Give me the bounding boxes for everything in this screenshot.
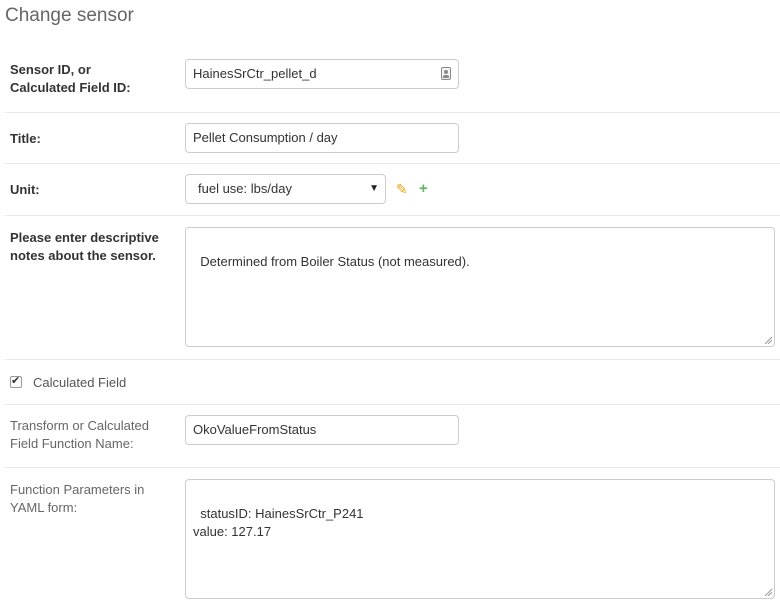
sensor-id-input[interactable]: HainesSrCtr_pellet_d <box>185 59 459 89</box>
divider <box>5 404 780 405</box>
function-name-label: Transform or Calculated Field Function N… <box>10 418 149 451</box>
pencil-icon[interactable]: ✎ <box>396 182 408 196</box>
unit-label: Unit: <box>10 182 40 197</box>
divider <box>5 163 780 164</box>
function-params-value: statusID: HainesSrCtr_P241 value: 127.17 <box>193 506 364 539</box>
plus-icon[interactable]: + <box>419 181 428 196</box>
notes-textarea[interactable]: Determined from Boiler Status (not measu… <box>185 227 775 347</box>
function-name-input[interactable]: OkoValueFromStatus <box>185 415 459 445</box>
divider <box>5 112 780 113</box>
resize-grip-icon[interactable] <box>764 588 772 596</box>
function-name-value: OkoValueFromStatus <box>193 422 317 437</box>
sensor-id-label: Sensor ID, or Calculated Field ID: <box>10 62 131 95</box>
divider <box>5 215 780 216</box>
divider <box>5 359 780 360</box>
dropdown-arrow-icon: ▼ <box>369 183 379 194</box>
title-value: Pellet Consumption / day <box>193 130 338 145</box>
notes-label: Please enter descriptive notes about the… <box>10 230 159 263</box>
notes-value: Determined from Boiler Status (not measu… <box>200 254 470 269</box>
resize-grip-icon[interactable] <box>764 336 772 344</box>
function-params-label: Function Parameters in YAML form: <box>10 482 145 515</box>
unit-selected-value: fuel use: lbs/day <box>198 181 292 196</box>
contact-card-icon[interactable] <box>441 67 451 80</box>
sensor-id-value: HainesSrCtr_pellet_d <box>193 66 317 81</box>
title-input[interactable]: Pellet Consumption / day <box>185 123 459 153</box>
title-label: Title: <box>10 131 41 146</box>
divider <box>5 467 780 468</box>
calculated-field-label: Calculated Field <box>33 375 127 390</box>
function-params-textarea[interactable]: statusID: HainesSrCtr_P241 value: 127.17 <box>185 479 775 599</box>
calculated-field-checkbox[interactable] <box>10 374 22 388</box>
unit-select[interactable]: fuel use: lbs/day ▼ <box>185 174 386 204</box>
page-title: Change sensor <box>5 5 134 26</box>
